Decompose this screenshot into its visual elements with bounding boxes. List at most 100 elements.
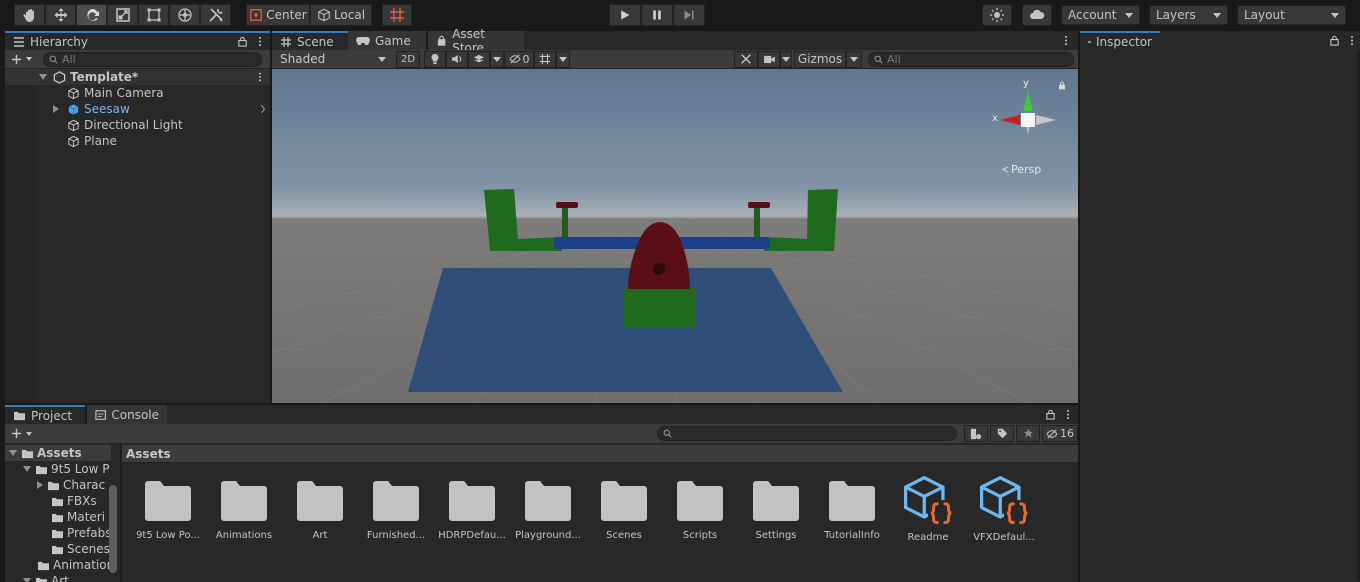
lock-icon[interactable] xyxy=(1045,409,1056,420)
tree-item-assets[interactable]: Assets xyxy=(5,445,111,461)
lock-icon[interactable] xyxy=(1329,35,1340,46)
pivot-rotation-button[interactable]: Local xyxy=(310,4,372,26)
project-splitter[interactable] xyxy=(120,445,122,582)
asset-folder-hdrp-default[interactable]: HDRPDefau... xyxy=(434,480,510,570)
projection-toggle[interactable]: Persp xyxy=(1002,163,1062,176)
tab-asset-store[interactable]: Asset Store xyxy=(428,27,524,55)
gizmo-lock-icon[interactable] xyxy=(1058,81,1066,90)
kebab-menu-icon[interactable] xyxy=(1350,35,1354,46)
tab-game[interactable]: Game xyxy=(348,31,426,50)
hierarchy-item-seesaw[interactable]: Seesaw xyxy=(53,101,270,117)
move-tool-button[interactable] xyxy=(45,4,76,26)
asset-folder-animations[interactable]: Animations xyxy=(206,480,282,570)
grid-snap-button[interactable] xyxy=(382,4,412,26)
asset-folder-settings[interactable]: Settings xyxy=(738,480,814,570)
camera-settings-button[interactable] xyxy=(758,50,780,68)
hierarchy-item-directional-light[interactable]: Directional Light xyxy=(67,117,183,133)
pivot-mode-button[interactable]: Center xyxy=(246,4,310,26)
tree-scrollbar[interactable] xyxy=(109,485,117,573)
asset-label: Furnished... xyxy=(366,530,426,541)
asset-folder-art[interactable]: Art xyxy=(282,480,358,570)
layers-dropdown[interactable]: Layers xyxy=(1149,5,1228,25)
asset-folder-scripts[interactable]: Scripts xyxy=(662,480,738,570)
camera-dropdown[interactable] xyxy=(780,50,792,68)
lock-icon[interactable] xyxy=(237,36,248,47)
chevron-down-icon xyxy=(559,56,567,62)
shopping-bag-icon xyxy=(437,35,446,46)
tab-project[interactable]: Project xyxy=(5,405,85,424)
hierarchy-search-input[interactable]: All xyxy=(43,51,262,67)
hidden-objects-toggle[interactable]: 0 xyxy=(504,50,534,68)
layout-dropdown[interactable]: Layout xyxy=(1237,5,1346,25)
scene-header-row[interactable]: Template* xyxy=(5,69,270,85)
project-search-input[interactable] xyxy=(657,426,957,441)
asset-folder-furnished[interactable]: Furnished... xyxy=(358,480,434,570)
rect-tool-button[interactable] xyxy=(138,4,169,26)
breadcrumb-assets[interactable]: Assets xyxy=(126,447,171,461)
hidden-packages-toggle[interactable]: 16 xyxy=(1042,425,1078,442)
tab-console[interactable]: Console xyxy=(87,405,167,424)
scale-tool-button[interactable] xyxy=(107,4,138,26)
tree-item-9t5-low-poly[interactable]: 9t5 Low P xyxy=(5,461,120,477)
gizmos-toggle[interactable]: Gizmos xyxy=(794,50,846,68)
hand-tool-button[interactable] xyxy=(14,4,45,26)
chevron-right-icon[interactable] xyxy=(260,104,266,114)
asset-readme[interactable]: Readme xyxy=(890,476,966,570)
chevron-down-icon xyxy=(493,56,501,62)
effects-dropdown[interactable] xyxy=(490,50,504,68)
kebab-menu-icon[interactable] xyxy=(1066,409,1070,420)
tree-item-art[interactable]: Art xyxy=(5,573,120,582)
account-dropdown[interactable]: Account xyxy=(1061,5,1140,25)
tree-item-fbxs[interactable]: FBXs xyxy=(5,493,120,509)
effects-toggle[interactable] xyxy=(468,50,490,68)
scene-menu-icon[interactable] xyxy=(258,72,262,82)
search-icon xyxy=(49,55,58,64)
pause-button[interactable] xyxy=(641,4,673,26)
tools-toggle[interactable] xyxy=(734,50,758,68)
play-button[interactable] xyxy=(609,4,641,26)
asset-folder-scenes[interactable]: Scenes xyxy=(586,480,662,570)
list-icon xyxy=(14,36,24,47)
tree-item-animation[interactable]: Animation xyxy=(5,557,120,573)
grid-dropdown[interactable] xyxy=(556,50,570,68)
step-button[interactable] xyxy=(673,4,705,26)
tab-inspector[interactable]: Inspector xyxy=(1080,31,1160,50)
scene-kebab-menu-icon[interactable] xyxy=(1064,35,1068,46)
tree-item-prefabs[interactable]: Prefabs xyxy=(5,525,120,541)
filter-by-label-button[interactable] xyxy=(990,425,1014,442)
tree-item-scenes[interactable]: Scenes xyxy=(5,541,120,557)
collab-button[interactable] xyxy=(982,4,1012,26)
create-asset-dropdown[interactable] xyxy=(5,428,45,439)
create-dropdown[interactable] xyxy=(5,54,43,65)
tab-label: Scene xyxy=(297,34,334,49)
asset-folder-9t5-low-poly[interactable]: 9t5 Low Po... xyxy=(130,480,206,570)
custom-tool-button[interactable] xyxy=(200,4,231,26)
shading-mode-dropdown[interactable]: Shaded xyxy=(274,50,392,68)
tree-item-characters[interactable]: Charac xyxy=(5,477,120,493)
orientation-gizmo[interactable]: y x Persp xyxy=(988,77,1068,176)
gizmos-dropdown[interactable] xyxy=(846,50,862,68)
toggle-2d-button[interactable]: 2D xyxy=(396,50,420,68)
tree-item-materials[interactable]: Materi xyxy=(5,509,120,525)
tree-item-label: Art xyxy=(51,574,69,582)
hierarchy-item-label: Main Camera xyxy=(84,86,164,100)
asset-vfx-default[interactable]: VFXDefaul... xyxy=(966,476,1042,570)
audio-toggle[interactable] xyxy=(446,50,468,68)
filter-by-type-button[interactable] xyxy=(964,425,988,442)
cloud-button[interactable] xyxy=(1022,4,1052,26)
hierarchy-item-main-camera[interactable]: Main Camera xyxy=(67,85,164,101)
favorites-button[interactable] xyxy=(1016,425,1040,442)
asset-folder-playground[interactable]: Playground... xyxy=(510,480,586,570)
scene-search-input[interactable]: All xyxy=(868,51,1074,67)
kebab-menu-icon[interactable] xyxy=(258,36,262,47)
asset-folder-tutorialinfo[interactable]: TutorialInfo xyxy=(814,480,890,570)
rotate-tool-button[interactable] xyxy=(76,4,107,26)
tab-scene[interactable]: Scene xyxy=(272,31,348,50)
scene-viewport[interactable]: y x Persp xyxy=(272,69,1078,403)
hierarchy-item-plane[interactable]: Plane xyxy=(67,133,117,149)
grid-toggle[interactable] xyxy=(534,50,556,68)
scene-render xyxy=(272,189,1078,403)
tab-hierarchy[interactable]: Hierarchy xyxy=(5,31,270,50)
lighting-toggle[interactable] xyxy=(424,50,446,68)
transform-tool-button[interactable] xyxy=(169,4,200,26)
